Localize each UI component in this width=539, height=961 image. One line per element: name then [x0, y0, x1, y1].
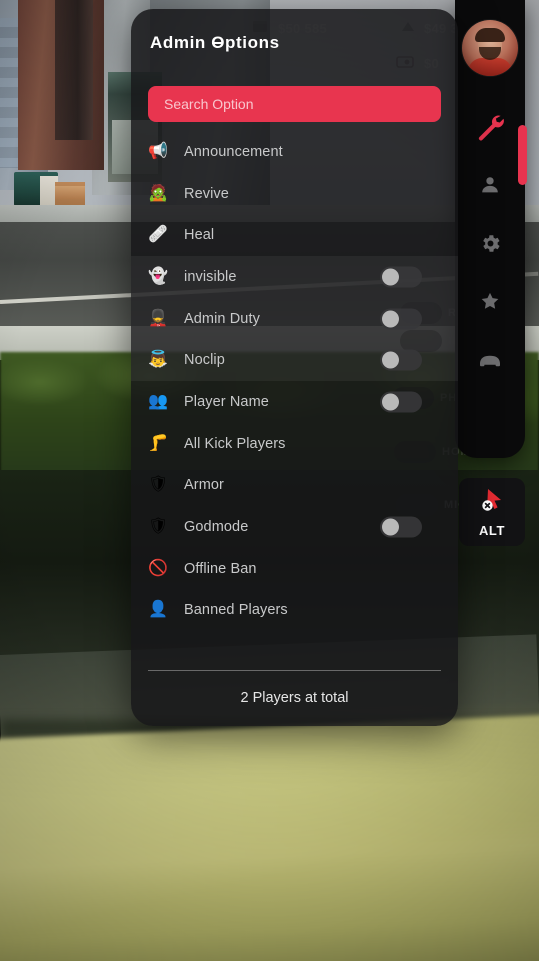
menu-item-label: Godmode: [184, 519, 249, 536]
menu-item-label: Revive: [184, 185, 229, 202]
avatar-hair: [475, 28, 505, 42]
menu-item-label: Armor: [184, 477, 224, 494]
menu-item-armor[interactable]: 🛡 Armor: [131, 465, 458, 507]
toggle-switch[interactable]: [380, 349, 422, 371]
menu-item-label: Admin Duty: [184, 310, 260, 327]
title-prefix: Admin: [150, 33, 212, 52]
wrench-icon: [475, 112, 505, 142]
toggle-knob: [382, 310, 399, 328]
menu-item-player-name[interactable]: 👥 Player Name: [131, 381, 458, 423]
menu-item-announcement[interactable]: 📢 Announcement: [131, 131, 458, 173]
player-avatar[interactable]: [462, 20, 518, 76]
menu-item-revive[interactable]: 🧟 Revive: [131, 173, 458, 215]
toggle-switch[interactable]: [380, 308, 422, 330]
menu-item-label: Offline Ban: [184, 560, 257, 577]
toggle-knob: [382, 268, 399, 286]
people-icon: 👥: [148, 392, 168, 410]
toggle-knob: [382, 393, 399, 411]
cursor-disable-icon: [477, 486, 507, 521]
toggle-switch[interactable]: [380, 391, 422, 413]
menu-item-admin-duty[interactable]: 💂 Admin Duty: [131, 297, 458, 340]
menu-item-godmode[interactable]: 🛡 Godmode: [131, 506, 458, 548]
banned-person-icon: 👤: [148, 601, 168, 619]
admin-options-list: 📢 Announcement 🧟 Revive 🩹 Heal 👻 invisible 💂 Admi…: [131, 131, 458, 631]
person-green-icon: 💂: [148, 309, 168, 327]
car-icon: [477, 349, 503, 369]
player-count-label: 2 Players at total: [240, 690, 349, 706]
toggle-switch[interactable]: [380, 266, 422, 288]
menu-item-all-kick-players[interactable]: 🦵 All Kick Players: [131, 423, 458, 465]
building-brick-shadow: [55, 0, 93, 140]
sidebar-active-indicator: [518, 125, 527, 185]
right-sidebar: [455, 0, 525, 458]
menu-item-label: invisible: [184, 268, 237, 285]
sidebar-item-vehicles[interactable]: [464, 334, 516, 384]
toggle-knob: [382, 351, 399, 369]
prohibited-icon: 🚫: [148, 559, 168, 577]
ghost-icon: 👻: [148, 267, 168, 285]
menu-item-label: Banned Players: [184, 602, 288, 619]
person-icon: [479, 174, 501, 196]
avatar-body: [468, 58, 512, 76]
toggle-switch[interactable]: [380, 516, 422, 538]
alt-cursor-button[interactable]: ALT: [459, 478, 525, 546]
angel-icon: 👼: [148, 351, 168, 369]
menu-item-label: Player Name: [184, 393, 269, 410]
sidebar-icon-list: [464, 102, 516, 392]
title-slashed-o: O: [211, 33, 226, 52]
search-input[interactable]: [148, 86, 441, 122]
menu-item-label: Noclip: [184, 352, 225, 369]
crate-brown-top: [55, 186, 85, 199]
shield-white-icon: 🛡: [148, 518, 169, 536]
screen: $50 585 $49 34 $0 RADIAL INV PHONE HOME …: [0, 0, 539, 961]
sidebar-item-favorites[interactable]: [464, 276, 516, 326]
star-icon: [479, 290, 501, 312]
sidebar-item-settings[interactable]: [464, 218, 516, 268]
page-title: Admin Options: [150, 33, 280, 53]
menu-item-heal[interactable]: 🩹 Heal: [131, 214, 458, 256]
menu-item-label: Heal: [184, 227, 215, 244]
footer-divider: [148, 670, 441, 671]
menu-item-offline-ban[interactable]: 🚫 Offline Ban: [131, 548, 458, 590]
kick-leg-icon: 🦵: [148, 434, 168, 452]
toggle-knob: [382, 518, 399, 536]
menu-item-invisible[interactable]: 👻 invisible: [131, 256, 458, 298]
admin-options-panel: Admin Options 📢 Announcement 🧟 Revive 🩹 Heal 👻…: [131, 9, 458, 726]
menu-item-banned-players[interactable]: 👤 Banned Players: [131, 590, 458, 632]
menu-item-noclip[interactable]: 👼 Noclip: [131, 339, 458, 382]
zombie-icon: 🧟: [148, 184, 168, 202]
sidebar-item-profile[interactable]: [464, 160, 516, 210]
menu-item-label: Announcement: [184, 143, 283, 160]
shield-cyan-icon: 🛡: [148, 476, 169, 494]
gear-icon: [479, 232, 502, 255]
menu-item-label: All Kick Players: [184, 435, 286, 452]
alt-label: ALT: [478, 523, 506, 538]
bandage-icon: 🩹: [148, 226, 168, 244]
megaphone-icon: 📢: [148, 142, 168, 160]
grass-field: [0, 713, 539, 961]
sidebar-item-tools[interactable]: [464, 102, 516, 152]
title-suffix: ptions: [225, 33, 280, 52]
